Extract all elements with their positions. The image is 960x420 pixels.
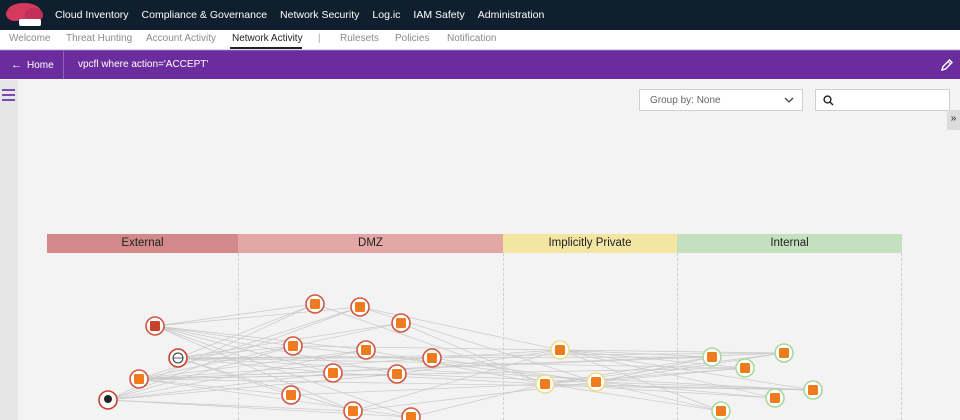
network-node[interactable] bbox=[281, 385, 301, 405]
network-node[interactable] bbox=[535, 374, 555, 394]
network-node[interactable] bbox=[422, 348, 442, 368]
network-node[interactable] bbox=[387, 364, 407, 384]
network-node[interactable] bbox=[391, 313, 411, 333]
network-node[interactable] bbox=[765, 388, 785, 408]
traffic-edge bbox=[154, 325, 354, 412]
network-node[interactable] bbox=[550, 340, 570, 360]
network-node[interactable] bbox=[702, 347, 722, 367]
network-node[interactable] bbox=[98, 390, 118, 410]
network-node[interactable] bbox=[350, 297, 370, 317]
network-node[interactable] bbox=[735, 358, 755, 378]
network-node[interactable] bbox=[711, 401, 731, 420]
network-node[interactable] bbox=[283, 336, 303, 356]
traffic-edge bbox=[359, 306, 561, 351]
traffic-edge bbox=[154, 325, 412, 418]
network-node[interactable] bbox=[305, 294, 325, 314]
app-root: Cloud Inventory Compliance & Governance Ne… bbox=[0, 0, 960, 420]
network-node[interactable] bbox=[774, 343, 794, 363]
traffic-edge bbox=[107, 399, 412, 418]
network-node[interactable] bbox=[586, 372, 606, 392]
network-node[interactable] bbox=[323, 363, 343, 383]
traffic-edge bbox=[292, 345, 561, 351]
network-node[interactable] bbox=[343, 401, 363, 420]
network-node[interactable] bbox=[356, 340, 376, 360]
network-node[interactable] bbox=[168, 348, 188, 368]
traffic-edge bbox=[138, 352, 785, 380]
traffic-edge bbox=[352, 349, 561, 412]
network-graph[interactable] bbox=[0, 0, 960, 420]
network-node[interactable] bbox=[129, 369, 149, 389]
network-node[interactable] bbox=[145, 316, 165, 336]
traffic-edge bbox=[107, 399, 354, 412]
network-node[interactable] bbox=[401, 407, 421, 420]
traffic-edge bbox=[154, 306, 361, 327]
network-node[interactable] bbox=[803, 380, 823, 400]
